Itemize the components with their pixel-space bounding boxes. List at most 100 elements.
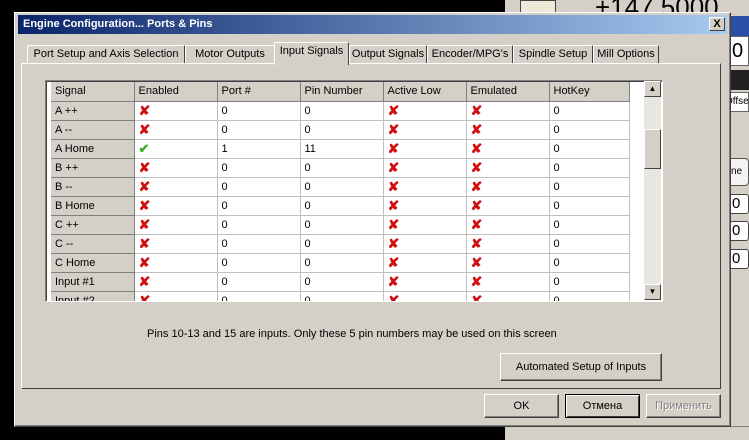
port-cell[interactable]: 0 [217, 101, 301, 121]
emulated-cell[interactable]: ✘ [466, 272, 550, 292]
port-cell[interactable]: 0 [217, 272, 301, 292]
emulated-cell[interactable]: ✘ [466, 253, 550, 273]
emulated-cell[interactable]: ✘ [466, 234, 550, 254]
cancel-button[interactable]: Отмена [565, 394, 640, 418]
arrow-down-icon[interactable]: ▼ [644, 284, 661, 300]
automated-setup-button[interactable]: Automated Setup of Inputs [500, 353, 662, 381]
pin-number-cell[interactable]: 0 [300, 196, 384, 216]
table-row[interactable]: Input #2 ✘ 0 0 ✘ ✘ 0 [51, 291, 630, 301]
hotkey-cell[interactable]: 0 [549, 234, 630, 254]
apply-button[interactable]: Применить [646, 394, 721, 418]
active-low-cell[interactable]: ✘ [383, 215, 467, 235]
hotkey-cell[interactable]: 0 [549, 215, 630, 235]
table-row[interactable]: Input #1 ✘ 0 0 ✘ ✘ 0 [51, 272, 630, 292]
title-bar[interactable]: Engine Configuration... Ports & Pins X [18, 15, 727, 34]
table-row[interactable]: A Home ✔ 1 11 ✘ ✘ 0 [51, 139, 630, 159]
vertical-scrollbar[interactable]: ▲ ▼ [644, 81, 661, 300]
active-low-cell[interactable]: ✘ [383, 177, 467, 197]
port-cell[interactable]: 0 [217, 196, 301, 216]
enabled-cell[interactable]: ✘ [134, 158, 218, 178]
pin-number-cell[interactable]: 0 [300, 272, 384, 292]
hotkey-cell[interactable]: 0 [549, 120, 630, 140]
port-cell[interactable]: 0 [217, 291, 301, 301]
port-cell[interactable]: 0 [217, 234, 301, 254]
active-low-cell[interactable]: ✘ [383, 158, 467, 178]
port-cell[interactable]: 0 [217, 158, 301, 178]
pin-number-cell[interactable]: 0 [300, 101, 384, 121]
hotkey-cell[interactable]: 0 [549, 196, 630, 216]
tab-spindle-setup[interactable]: Spindle Setup [513, 45, 593, 64]
hotkey-cell[interactable]: 0 [549, 291, 630, 301]
active-low-cell[interactable]: ✘ [383, 272, 467, 292]
port-cell[interactable]: 0 [217, 215, 301, 235]
active-low-cell[interactable]: ✘ [383, 253, 467, 273]
hotkey-cell[interactable]: 0 [549, 101, 630, 121]
enabled-cell[interactable]: ✘ [134, 215, 218, 235]
table-row[interactable]: B ++ ✘ 0 0 ✘ ✘ 0 [51, 158, 630, 178]
table-row[interactable]: B Home ✘ 0 0 ✘ ✘ 0 [51, 196, 630, 216]
table-row[interactable]: C ++ ✘ 0 0 ✘ ✘ 0 [51, 215, 630, 235]
enabled-cell[interactable]: ✘ [134, 272, 218, 292]
hotkey-cell[interactable]: 0 [549, 139, 630, 159]
column-header-pin[interactable]: Pin Number [300, 82, 384, 102]
tab-port-setup[interactable]: Port Setup and Axis Selection [27, 45, 185, 64]
tab-input-signals[interactable]: Input Signals [274, 42, 349, 65]
enabled-cell[interactable]: ✔ [134, 139, 218, 159]
pin-number-cell[interactable]: 0 [300, 253, 384, 273]
enabled-cell[interactable]: ✘ [134, 101, 218, 121]
ok-button[interactable]: OK [484, 394, 559, 418]
emulated-cell[interactable]: ✘ [466, 196, 550, 216]
scrollbar-thumb[interactable] [644, 129, 661, 169]
hotkey-cell[interactable]: 0 [549, 272, 630, 292]
pin-number-cell[interactable]: 11 [300, 139, 384, 159]
hotkey-cell[interactable]: 0 [549, 177, 630, 197]
tab-mill-options[interactable]: Mill Options [593, 45, 659, 64]
tab-output-signals[interactable]: Output Signals [349, 45, 427, 64]
table-row[interactable]: A ++ ✘ 0 0 ✘ ✘ 0 [51, 101, 630, 121]
pin-number-cell[interactable]: 0 [300, 158, 384, 178]
column-header-active-low[interactable]: Active Low [383, 82, 467, 102]
active-low-cell[interactable]: ✘ [383, 101, 467, 121]
hotkey-cell[interactable]: 0 [549, 158, 630, 178]
emulated-cell[interactable]: ✘ [466, 139, 550, 159]
pin-number-cell[interactable]: 0 [300, 234, 384, 254]
enabled-cell[interactable]: ✘ [134, 196, 218, 216]
port-cell[interactable]: 1 [217, 139, 301, 159]
column-header-signal[interactable]: Signal [51, 82, 135, 102]
table-row[interactable]: C Home ✘ 0 0 ✘ ✘ 0 [51, 253, 630, 273]
table-row[interactable]: B -- ✘ 0 0 ✘ ✘ 0 [51, 177, 630, 197]
enabled-cell[interactable]: ✘ [134, 177, 218, 197]
emulated-cell[interactable]: ✘ [466, 215, 550, 235]
column-header-hotkey[interactable]: HotKey [549, 82, 630, 102]
hotkey-cell[interactable]: 0 [549, 253, 630, 273]
pin-number-cell[interactable]: 0 [300, 120, 384, 140]
column-header-emulated[interactable]: Emulated [466, 82, 550, 102]
active-low-cell[interactable]: ✘ [383, 234, 467, 254]
active-low-cell[interactable]: ✘ [383, 291, 467, 301]
column-header-port[interactable]: Port # [217, 82, 301, 102]
emulated-cell[interactable]: ✘ [466, 291, 550, 301]
tab-motor-outputs[interactable]: Motor Outputs [185, 45, 275, 64]
enabled-cell[interactable]: ✘ [134, 120, 218, 140]
close-button[interactable]: X [709, 17, 725, 31]
emulated-cell[interactable]: ✘ [466, 120, 550, 140]
pin-number-cell[interactable]: 0 [300, 177, 384, 197]
emulated-cell[interactable]: ✘ [466, 158, 550, 178]
emulated-cell[interactable]: ✘ [466, 101, 550, 121]
column-header-enabled[interactable]: Enabled [134, 82, 218, 102]
table-row[interactable]: C -- ✘ 0 0 ✘ ✘ 0 [51, 234, 630, 254]
table-row[interactable]: A -- ✘ 0 0 ✘ ✘ 0 [51, 120, 630, 140]
active-low-cell[interactable]: ✘ [383, 196, 467, 216]
arrow-up-icon[interactable]: ▲ [644, 81, 661, 97]
enabled-cell[interactable]: ✘ [134, 234, 218, 254]
port-cell[interactable]: 0 [217, 120, 301, 140]
enabled-cell[interactable]: ✘ [134, 291, 218, 301]
active-low-cell[interactable]: ✘ [383, 139, 467, 159]
pin-number-cell[interactable]: 0 [300, 215, 384, 235]
tab-encoder-mpg[interactable]: Encoder/MPG's [427, 45, 513, 64]
pin-number-cell[interactable]: 0 [300, 291, 384, 301]
port-cell[interactable]: 0 [217, 177, 301, 197]
emulated-cell[interactable]: ✘ [466, 177, 550, 197]
enabled-cell[interactable]: ✘ [134, 253, 218, 273]
active-low-cell[interactable]: ✘ [383, 120, 467, 140]
